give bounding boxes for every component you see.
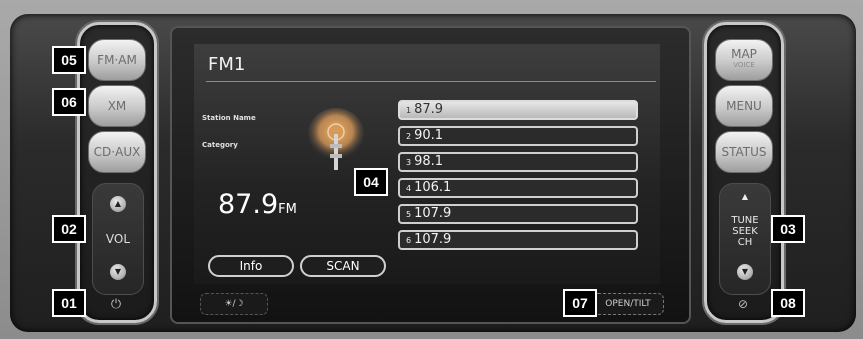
display-screen: FM1 Station Name Category 87.9FM 1 87.9 2… bbox=[194, 44, 660, 284]
fm-am-label: FM·AM bbox=[97, 52, 137, 67]
frequency-value: 87.9 bbox=[218, 189, 279, 220]
xm-button[interactable]: XM bbox=[88, 85, 146, 127]
tune-label: TUNE bbox=[731, 215, 759, 226]
volume-rocker[interactable]: ▲ VOL ▼ bbox=[92, 183, 144, 295]
volume-up-button[interactable]: ▲ bbox=[110, 196, 126, 212]
preset-frequency: 106.1 bbox=[414, 180, 452, 195]
power-icon[interactable]: ⏻ bbox=[104, 297, 128, 312]
menu-button[interactable]: MENU bbox=[715, 85, 773, 127]
tune-seek-rocker[interactable]: ▲ TUNE SEEK CH ▼ bbox=[719, 183, 771, 295]
callout-02: 02 bbox=[52, 215, 86, 243]
radio-tower-icon bbox=[308, 108, 364, 170]
callout-08: 08 bbox=[771, 289, 805, 317]
info-button[interactable]: Info bbox=[208, 255, 294, 277]
xm-label: XM bbox=[107, 98, 127, 113]
preset-number: 5 bbox=[406, 210, 412, 219]
seek-up-button[interactable]: ▲ bbox=[740, 192, 750, 202]
cd-aux-button[interactable]: CD·AUX bbox=[88, 131, 146, 173]
callout-05: 05 bbox=[52, 46, 86, 74]
callout-06: 06 bbox=[52, 88, 86, 116]
status-label: STATUS bbox=[721, 144, 767, 159]
cd-aux-label: CD·AUX bbox=[93, 144, 141, 159]
volume-down-button[interactable]: ▼ bbox=[110, 264, 126, 280]
preset-frequency: 87.9 bbox=[414, 102, 444, 117]
preset-4[interactable]: 4 106.1 bbox=[398, 178, 638, 198]
preset-3[interactable]: 3 98.1 bbox=[398, 152, 638, 172]
callout-07: 07 bbox=[563, 289, 597, 317]
preset-frequency: 107.9 bbox=[414, 232, 452, 247]
preset-5[interactable]: 5 107.9 bbox=[398, 204, 638, 224]
preset-frequency: 90.1 bbox=[414, 128, 444, 143]
callout-04: 04 bbox=[354, 168, 388, 196]
current-frequency: 87.9FM bbox=[218, 189, 297, 220]
title-divider bbox=[206, 81, 656, 82]
preset-frequency: 107.9 bbox=[414, 206, 452, 221]
preset-number: 2 bbox=[406, 132, 412, 141]
left-control-panel: FM·AM XM CD·AUX ▲ VOL ▼ ⏻ bbox=[77, 22, 157, 323]
open-tilt-button[interactable]: OPEN/TILT bbox=[592, 293, 664, 315]
ch-label: CH bbox=[737, 237, 753, 248]
preset-number: 3 bbox=[406, 158, 412, 167]
preset-1[interactable]: 1 87.9 bbox=[398, 100, 638, 120]
seek-down-button[interactable]: ▼ bbox=[737, 264, 753, 280]
preset-number: 6 bbox=[406, 236, 412, 245]
right-control-panel: MAP VOICE MENU STATUS ▲ TUNE SEEK CH ▼ ⊘ bbox=[704, 22, 784, 323]
preset-frequency: 98.1 bbox=[414, 154, 444, 169]
map-voice-button[interactable]: MAP VOICE bbox=[715, 39, 773, 81]
vol-label: VOL bbox=[105, 232, 131, 246]
scan-button[interactable]: SCAN bbox=[300, 255, 386, 277]
brightness-button[interactable]: ☀/☽ bbox=[200, 293, 268, 315]
seek-label: SEEK bbox=[732, 226, 758, 237]
voice-label: VOICE bbox=[733, 61, 755, 69]
screen-title: FM1 bbox=[208, 54, 246, 75]
preset-number: 1 bbox=[406, 106, 412, 115]
preset-2[interactable]: 2 90.1 bbox=[398, 126, 638, 146]
map-label: MAP bbox=[731, 47, 757, 61]
callout-03: 03 bbox=[771, 215, 805, 243]
station-name-label: Station Name bbox=[202, 114, 256, 122]
reset-icon[interactable]: ⊘ bbox=[729, 297, 757, 311]
preset-number: 4 bbox=[406, 184, 412, 193]
preset-6[interactable]: 6 107.9 bbox=[398, 230, 638, 250]
callout-01: 01 bbox=[52, 289, 86, 317]
category-label: Category bbox=[202, 141, 238, 149]
fm-am-button[interactable]: FM·AM bbox=[88, 39, 146, 81]
band-label: FM bbox=[278, 202, 297, 217]
menu-label: MENU bbox=[726, 98, 762, 113]
status-button[interactable]: STATUS bbox=[715, 131, 773, 173]
